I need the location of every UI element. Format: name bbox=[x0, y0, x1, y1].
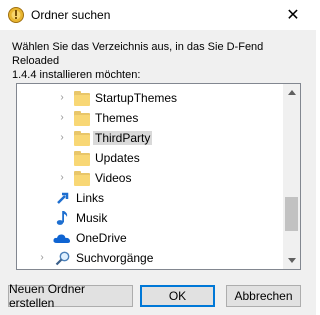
tree-item-thirdparty[interactable]: › ThirdParty bbox=[17, 128, 285, 148]
instruction-text: Wählen Sie das Verzeichnis aus, in das S… bbox=[12, 41, 264, 81]
tree-item-label: Suchvorgänge bbox=[76, 251, 154, 265]
folder-tree[interactable]: › StartupThemes › Themes › ThirdParty Up… bbox=[16, 83, 301, 270]
window-title: Ordner suchen bbox=[31, 8, 111, 22]
links-icon bbox=[55, 190, 71, 206]
music-icon bbox=[55, 210, 71, 226]
browse-folder-dialog: Ordner suchen ✕ Wählen Sie das Verzeichn… bbox=[0, 0, 316, 315]
chevron-up-icon bbox=[287, 90, 296, 95]
chevron-right-icon[interactable]: › bbox=[57, 132, 67, 144]
search-icon bbox=[55, 250, 71, 266]
folder-icon bbox=[74, 110, 90, 126]
scroll-up-button[interactable] bbox=[283, 84, 300, 101]
vertical-scrollbar[interactable] bbox=[283, 84, 300, 269]
folder-icon bbox=[74, 150, 90, 166]
tree-item-label: Themes bbox=[95, 111, 139, 125]
onedrive-icon bbox=[53, 230, 71, 246]
scroll-down-button[interactable] bbox=[283, 252, 300, 269]
chevron-right-icon[interactable]: › bbox=[57, 172, 67, 184]
folder-icon bbox=[74, 170, 90, 186]
title-bar: Ordner suchen ✕ bbox=[0, 0, 316, 30]
tree-item-label: StartupThemes bbox=[95, 91, 178, 105]
tree-item-label: Videos bbox=[95, 171, 132, 185]
setup-icon bbox=[8, 7, 24, 23]
tree-item-links[interactable]: Links bbox=[17, 188, 285, 208]
tree-item-onedrive[interactable]: OneDrive bbox=[17, 228, 285, 248]
chevron-down-icon bbox=[287, 258, 296, 263]
folder-icon bbox=[74, 90, 90, 106]
tree-item-startupthemes[interactable]: › StartupThemes bbox=[17, 88, 285, 108]
tree-item-label: ThirdParty bbox=[93, 131, 153, 145]
tree-item-label: Updates bbox=[95, 151, 140, 165]
new-folder-button[interactable]: Neuen Ordner erstellen bbox=[8, 282, 133, 310]
scroll-thumb[interactable] bbox=[285, 197, 298, 231]
tree-item-musik[interactable]: Musik bbox=[17, 208, 285, 228]
tree-item-updates[interactable]: Updates bbox=[17, 148, 285, 168]
tree-item-videos[interactable]: › Videos bbox=[17, 168, 285, 188]
folder-icon bbox=[74, 130, 90, 146]
tree-item-label: Links bbox=[76, 191, 105, 205]
tree-item-themes[interactable]: › Themes bbox=[17, 108, 285, 128]
chevron-right-icon[interactable]: › bbox=[57, 112, 67, 124]
tree-item-label: OneDrive bbox=[76, 231, 127, 245]
close-button[interactable]: ✕ bbox=[270, 0, 316, 30]
chevron-right-icon[interactable]: › bbox=[57, 92, 67, 104]
tree-item-suchvorgaenge[interactable]: › Suchvorgänge bbox=[17, 248, 285, 268]
ok-button[interactable]: OK bbox=[140, 285, 215, 307]
tree-item-label: Musik bbox=[76, 211, 108, 225]
close-icon: ✕ bbox=[286, 7, 300, 24]
chevron-right-icon[interactable]: › bbox=[37, 252, 47, 264]
cancel-button[interactable]: Abbrechen bbox=[226, 285, 301, 307]
